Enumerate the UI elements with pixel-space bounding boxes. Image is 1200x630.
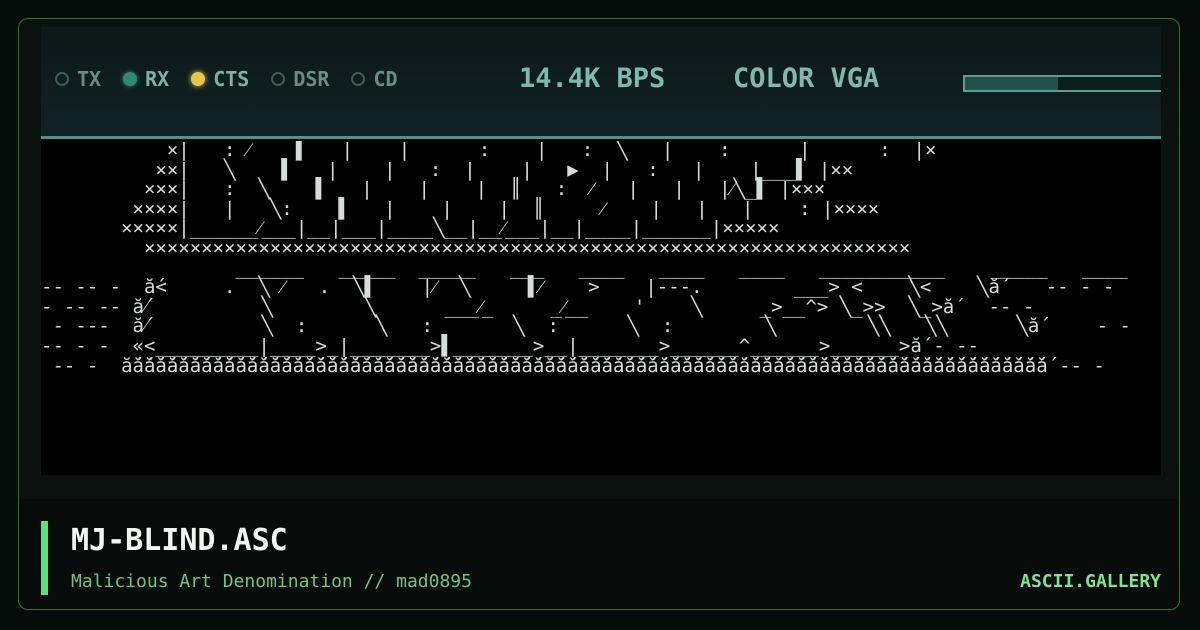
indicator-dsr: DSR bbox=[271, 67, 329, 91]
ascii-art: ×| : ⁄ ▌ | | : | : ╲ | : | : |× ××| ╲ ▌ … bbox=[41, 141, 1131, 377]
indicator-tx: TX bbox=[55, 67, 101, 91]
indicator-label-cts: CTS bbox=[213, 67, 250, 91]
indicator-label-tx: TX bbox=[77, 67, 102, 91]
connection-speed: 14.4K BPS bbox=[519, 63, 666, 94]
terminal-screen: TX RX CTS DSR CD 14.4K BPS COLOR VGA ×| … bbox=[41, 27, 1161, 475]
indicator-label-dsr: DSR bbox=[293, 67, 330, 91]
transfer-progress-fill bbox=[965, 77, 1058, 90]
cts-led-icon bbox=[191, 72, 206, 86]
art-title: MJ-BLIND.ASC bbox=[71, 523, 288, 558]
cd-led-icon bbox=[351, 72, 366, 86]
site-brand-link[interactable]: ASCII.GALLERY bbox=[1020, 571, 1161, 592]
transfer-progress-meter bbox=[963, 75, 1161, 92]
tx-led-icon bbox=[55, 72, 69, 86]
gallery-card: TX RX CTS DSR CD 14.4K BPS COLOR VGA ×| … bbox=[18, 18, 1180, 610]
art-subtitle: Malicious Art Denomination // mad0895 bbox=[71, 571, 472, 592]
indicator-cts: CTS bbox=[191, 67, 249, 91]
indicator-label-cd: CD bbox=[373, 67, 398, 91]
rx-led-icon bbox=[123, 72, 138, 86]
indicator-rx: RX bbox=[123, 67, 169, 91]
accent-bar bbox=[41, 521, 48, 595]
modem-indicators: TX RX CTS DSR CD bbox=[55, 67, 420, 91]
dsr-led-icon bbox=[271, 72, 286, 86]
caption-bar: MJ-BLIND.ASC Malicious Art Denomination … bbox=[19, 499, 1179, 609]
indicator-label-rx: RX bbox=[145, 67, 170, 91]
display-mode: COLOR VGA bbox=[733, 63, 880, 94]
modem-status-bar: TX RX CTS DSR CD 14.4K BPS COLOR VGA bbox=[41, 27, 1161, 139]
indicator-cd: CD bbox=[351, 67, 398, 91]
